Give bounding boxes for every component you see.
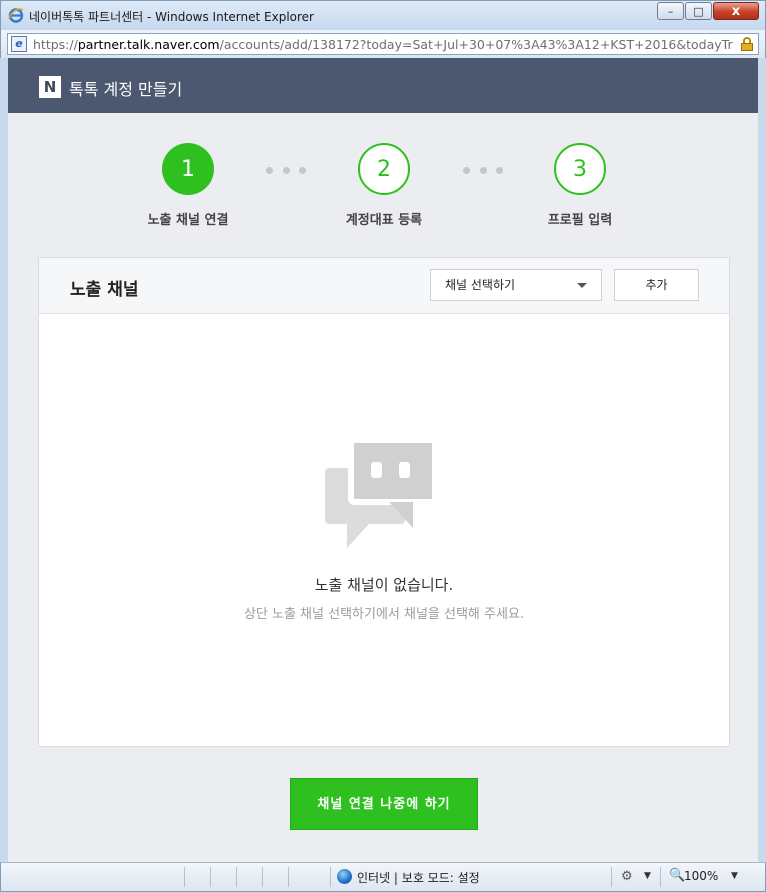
step-separator: [266, 167, 306, 174]
maximize-button[interactable]: □: [685, 2, 712, 20]
step-3: 3 프로필 입력: [510, 143, 650, 228]
step-separator: [463, 167, 503, 174]
lock-icon[interactable]: [741, 37, 753, 51]
channel-panel: 노출 채널 채널 선택하기 추가 노출 채널이 없습니다. 상단 노출 채널 선…: [38, 257, 730, 747]
chevron-down-icon: [577, 283, 587, 288]
step-1-label: 노출 채널 연결: [147, 213, 229, 228]
add-channel-button[interactable]: 추가: [614, 269, 699, 301]
zoom-level[interactable]: 100%: [684, 869, 718, 883]
chevron-down-icon[interactable]: ▼: [644, 871, 651, 881]
status-divider: [236, 867, 237, 887]
zoom-icon[interactable]: 🔍: [669, 868, 685, 883]
address-bar: e https://partner.talk.naver.com/account…: [0, 30, 766, 58]
page-header: N 톡톡 계정 만들기: [8, 58, 758, 113]
step-indicator: 1 노출 채널 연결 2 계정대표 등록 3 프로필 입력: [8, 143, 758, 233]
window-title: 네이버톡톡 파트너센터 - Windows Internet Explorer: [29, 10, 314, 24]
protected-mode-icon[interactable]: ⚙: [621, 869, 633, 884]
page-icon: e: [11, 36, 27, 52]
step-1: 1 노출 채널 연결: [118, 143, 258, 228]
globe-icon: [337, 869, 352, 884]
channel-select-value: 채널 선택하기: [445, 278, 516, 292]
status-divider: [288, 867, 289, 887]
naver-logo: N: [39, 76, 61, 98]
connect-later-button[interactable]: 채널 연결 나중에 하기: [290, 778, 478, 830]
chat-bubbles-icon: [325, 440, 435, 548]
panel-title: 노출 채널: [70, 280, 139, 300]
url-host: partner.talk.naver.com: [77, 37, 220, 52]
status-bar: 인터넷 | 보호 모드: 설정 ⚙ ▼ 🔍 100% ▼: [0, 862, 766, 892]
security-zone[interactable]: 인터넷 | 보호 모드: 설정: [357, 869, 480, 886]
step-2-label: 계정대표 등록: [345, 213, 423, 228]
status-divider: [184, 867, 185, 887]
channel-select[interactable]: 채널 선택하기: [430, 269, 602, 301]
status-divider: [660, 867, 661, 887]
step-2: 2 계정대표 등록: [314, 143, 454, 228]
url-scheme: https://: [33, 37, 78, 52]
address-field[interactable]: e https://partner.talk.naver.com/account…: [7, 33, 759, 55]
panel-header: 노출 채널 채널 선택하기 추가: [39, 258, 729, 314]
empty-state-title: 노출 채널이 없습니다.: [314, 576, 454, 594]
status-divider: [330, 867, 331, 887]
empty-state-description: 상단 노출 채널 선택하기에서 채널을 선택해 주세요.: [243, 607, 525, 622]
window-titlebar: 네이버톡톡 파트너센터 - Windows Internet Explorer …: [0, 0, 766, 30]
ie-logo-icon: [8, 8, 24, 23]
step-2-circle: 2: [358, 143, 410, 195]
url-path: /accounts/add/138172?today=Sat+Jul+30+07…: [219, 37, 733, 52]
minimize-button[interactable]: –: [657, 2, 684, 20]
window-controls: – □ x: [656, 2, 759, 20]
step-3-label: 프로필 입력: [547, 213, 613, 228]
status-divider: [611, 867, 612, 887]
status-divider: [262, 867, 263, 887]
step-1-circle: 1: [162, 143, 214, 195]
close-button[interactable]: x: [713, 2, 759, 20]
status-divider: [210, 867, 211, 887]
page-content: N 톡톡 계정 만들기 1 노출 채널 연결 2 계정대표 등록 3 프로필 입…: [8, 58, 758, 862]
step-3-circle: 3: [554, 143, 606, 195]
url-text[interactable]: https://partner.talk.naver.com/accounts/…: [33, 37, 733, 52]
page-title: 톡톡 계정 만들기: [69, 80, 183, 99]
chevron-down-icon[interactable]: ▼: [731, 871, 738, 881]
